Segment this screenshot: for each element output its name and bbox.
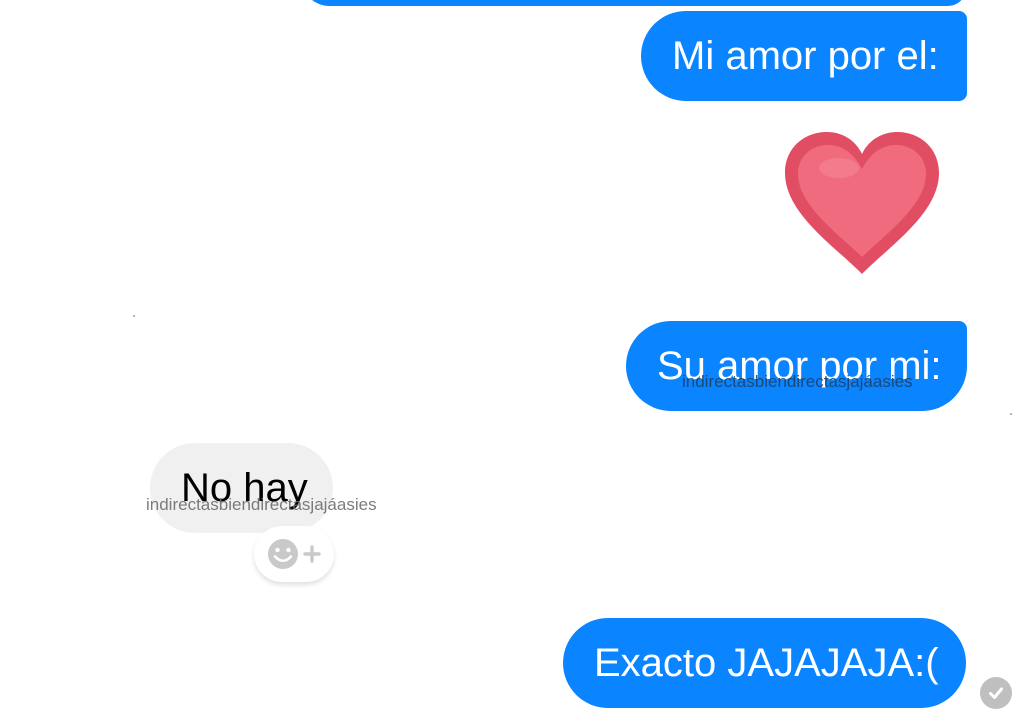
watermark-text: indirectasbiendirectasjajáasies: [146, 495, 377, 514]
message-bubble-outgoing[interactable]: Mi amor por el:: [641, 11, 967, 101]
message-text: Exacto JAJAJAJA:(: [594, 641, 939, 685]
message-bubble-outgoing[interactable]: Su amor por mi:: [626, 321, 967, 411]
heart-emoji[interactable]: [777, 126, 947, 282]
speck: [1010, 413, 1012, 415]
smiley-icon: [268, 539, 298, 569]
seen-check-icon: [989, 687, 1003, 699]
speck: [133, 315, 135, 317]
add-reaction-button[interactable]: [254, 526, 334, 582]
seen-indicator: [980, 677, 1012, 709]
message-bubble-incoming[interactable]: No hay: [150, 443, 333, 533]
message-text: Mi amor por el:: [672, 34, 939, 78]
chat-screen: Mi amor por el: Su amor por mi: indirect…: [0, 0, 1027, 720]
heart-icon: [785, 132, 939, 274]
watermark-text: indirectasbiendirectasjajáasies: [682, 372, 913, 391]
plus-icon: [303, 545, 321, 563]
previous-message-bubble[interactable]: [300, 0, 966, 6]
message-bubble-outgoing[interactable]: Exacto JAJAJAJA:(: [563, 618, 966, 708]
